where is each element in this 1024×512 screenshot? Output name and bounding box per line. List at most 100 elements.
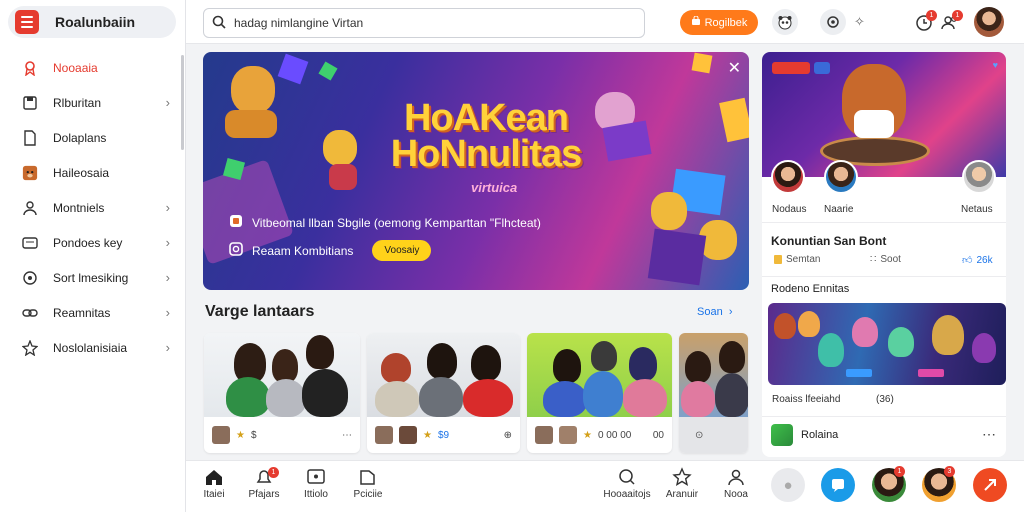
friend-avatar[interactable]: 1: [872, 466, 906, 502]
search-input[interactable]: [234, 16, 614, 30]
person-figure: [381, 353, 411, 383]
sidebar-item-label: Noslolanisiaia: [53, 340, 128, 355]
notification-badge: 1: [926, 10, 937, 21]
stat-share[interactable]: ∷ Soot: [870, 254, 901, 265]
bottom-nav-alerts[interactable]: 1 Pfajars: [240, 467, 288, 500]
share-fab-icon[interactable]: [973, 468, 1007, 502]
divider: [762, 416, 1006, 417]
more-icon[interactable]: 00: [653, 430, 664, 441]
card-thumbnail: [527, 333, 672, 417]
sidebar-item-4[interactable]: Montniels ›: [0, 190, 186, 225]
character-figure: [818, 333, 844, 367]
app-window: Roalunbaiin Nooaaia Rlburitan › Dolaplans Ha…: [0, 0, 1024, 512]
decor-cube: [318, 61, 338, 81]
featured-image[interactable]: [768, 303, 1006, 385]
channel-thumb: [559, 426, 577, 444]
sidebar: Roalunbaiin Nooaaia Rlburitan › Dolaplans Ha…: [0, 0, 186, 512]
bottom-nav-profile[interactable]: Nooa: [712, 467, 760, 500]
video-card[interactable]: ★ $9 ⊕: [367, 333, 520, 453]
bottom-nav-messages[interactable]: Ittiolo: [292, 467, 340, 500]
notification-badge: 1: [268, 467, 279, 478]
bear-character: [231, 66, 275, 114]
streamer-name: Naarie: [824, 204, 854, 215]
stat-likes[interactable]: 👍︎ 26k: [962, 254, 993, 267]
tag-icon: [774, 255, 782, 264]
sidebar-item-2[interactable]: Dolaplans: [0, 120, 186, 155]
bottom-nav-home[interactable]: Itaiei: [190, 467, 238, 500]
hero-cta-button[interactable]: Voosaiy: [372, 240, 432, 261]
person-figure: [272, 349, 298, 383]
chick-character: [323, 130, 357, 166]
purple-box: [647, 228, 707, 286]
notification-badge: 3: [944, 466, 955, 477]
streamer-avatar[interactable]: [771, 160, 805, 194]
location-icon[interactable]: [820, 9, 846, 35]
sidebar-item-0[interactable]: Nooaaia: [0, 50, 186, 85]
search-box[interactable]: [203, 8, 645, 38]
more-icon[interactable]: ⋯: [982, 426, 996, 443]
character-figure: [774, 313, 796, 339]
purple-box: [602, 120, 652, 162]
people-icon[interactable]: 1: [940, 10, 963, 34]
video-card[interactable]: ★ 0 00 00 00: [527, 333, 672, 453]
sidebar-item-8[interactable]: Noslolanisiaia ›: [0, 330, 186, 365]
bottom-nav-favorites[interactable]: Aranuir: [658, 467, 706, 500]
video-card[interactable]: ★ $ ⋯: [204, 333, 360, 453]
card-meta-text: 0 00 00: [597, 429, 632, 441]
message-compose-icon[interactable]: [821, 468, 855, 502]
streamer-avatar[interactable]: [962, 160, 996, 194]
share-icon: ∷: [870, 254, 877, 265]
right-panel: ♥ Nodaus Naarie Netaus Konuntian San Bon…: [762, 52, 1006, 457]
sidebar-item-5[interactable]: Pondoes key ›: [0, 225, 186, 260]
chevron-right-icon: ›: [165, 200, 170, 215]
hero-cta-row: Reaam Kombitians Voosaiy: [229, 240, 432, 261]
document-icon: [22, 129, 38, 146]
bottom-nav-files[interactable]: Pciciie: [344, 467, 392, 500]
sidebar-item-label: Sort lmesiking: [53, 270, 129, 285]
sidebar-item-3[interactable]: Haileosaia: [0, 155, 186, 190]
channel-thumb: [535, 426, 553, 444]
card-meta-text: $9: [437, 429, 450, 441]
app-thumb-icon: [771, 424, 793, 446]
sparkle-icon[interactable]: ✧: [854, 14, 865, 30]
add-icon[interactable]: ⊕: [504, 430, 512, 441]
person-figure: [306, 335, 334, 369]
see-all-label: Soan: [697, 306, 723, 318]
friend-avatar[interactable]: 3: [922, 466, 956, 502]
clock-icon[interactable]: 1: [914, 10, 937, 34]
panel-footer-item[interactable]: Rolaina: [771, 424, 838, 446]
sidebar-item-1[interactable]: Rlburitan ›: [0, 85, 186, 120]
hero-title: HoAKean HoNnulitas: [371, 99, 601, 173]
hero-banner[interactable]: HoAKean HoNnulitas virtuica ✕ Vitbeomal …: [203, 52, 749, 290]
sidebar-item-7[interactable]: Reamnitas ›: [0, 295, 186, 330]
see-all-link[interactable]: Soan ›: [697, 306, 733, 318]
bottom-nav-search[interactable]: Hooaaitojs: [600, 467, 654, 500]
person-figure: [681, 381, 715, 417]
play-icon[interactable]: ⊙: [695, 430, 703, 441]
person-figure: [266, 379, 306, 417]
person-figure: [427, 343, 457, 379]
person-figure: [226, 377, 270, 417]
close-icon[interactable]: ✕: [728, 58, 741, 78]
person-figure: [419, 377, 463, 417]
sidebar-item-6[interactable]: Sort lmesiking ›: [0, 260, 186, 295]
heart-icon[interactable]: ♥: [993, 60, 998, 70]
channel-thumb: [375, 426, 393, 444]
person-figure: [463, 379, 513, 417]
featured-banner[interactable]: ♥: [762, 52, 1006, 177]
chevron-right-icon: ›: [165, 305, 170, 320]
image-count: (36): [876, 394, 894, 405]
hamburger-menu-icon[interactable]: [15, 10, 39, 34]
more-icon[interactable]: ⋯: [342, 430, 352, 441]
sidebar-scrollbar[interactable]: [181, 55, 184, 150]
hero-subtitle: virtuica: [471, 180, 518, 195]
card-meta-text: $: [250, 429, 257, 441]
streamer-avatar[interactable]: [824, 160, 858, 194]
chat-bubble-icon[interactable]: ●: [771, 468, 805, 502]
video-card[interactable]: ⊙: [679, 333, 748, 453]
character-figure: [888, 327, 914, 357]
user-avatar[interactable]: [974, 7, 1004, 37]
primary-action-button[interactable]: Rogilbek: [680, 10, 758, 35]
panda-icon[interactable]: [772, 9, 798, 35]
stat-label: Semtan: [786, 254, 821, 265]
